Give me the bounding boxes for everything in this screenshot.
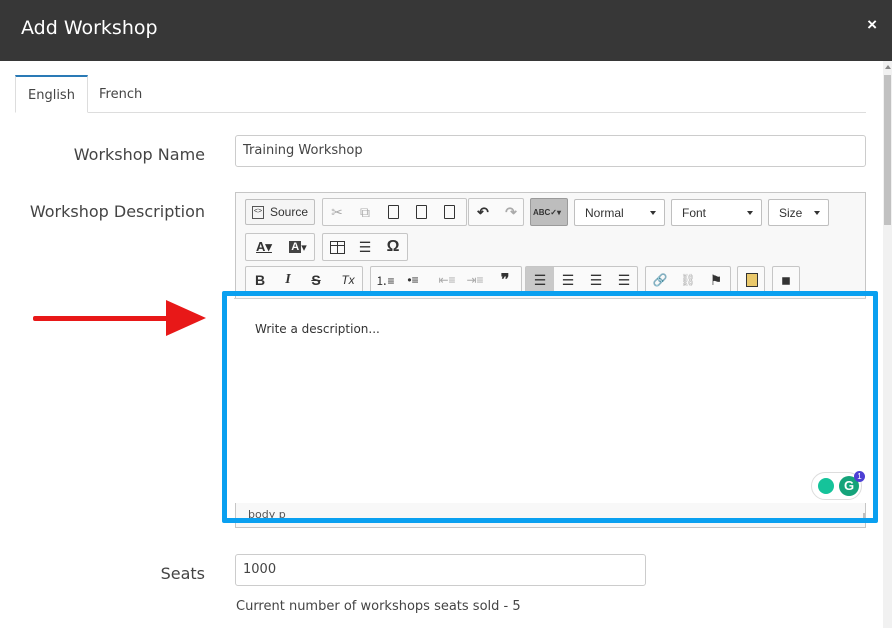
red-arrow-head-icon [166,300,206,336]
redo-icon[interactable]: ↷ [497,199,525,225]
tag-group: ◆ [772,266,800,294]
chevron-down-icon [747,211,753,215]
align-right-icon[interactable]: ☰ [582,267,610,293]
text-color-icon[interactable]: A▾ [248,234,280,260]
source-icon: <> [251,205,264,219]
remove-format-icon[interactable]: Tx [334,267,362,293]
alignment-group: ☰ ☰ ☰ ☰ [525,266,638,294]
chevron-down-icon [650,211,656,215]
scroll-up-icon[interactable] [885,65,891,69]
color-group: A▾ A ▾ [245,233,315,261]
language-tabs: English French [15,75,866,113]
unlink-icon[interactable]: ⛓ [674,267,702,293]
source-button-label: Source [269,205,309,219]
link-icon[interactable]: 🔗 [646,267,674,293]
blockquote-icon[interactable]: ❞ [491,267,519,293]
indent-icon[interactable]: ⇥≡ [461,267,489,293]
scrollbar[interactable] [883,61,892,628]
basic-styles-group: B I S Tx [245,266,363,294]
clipboard-group: ✂ ⧉ [322,198,467,226]
copy-icon[interactable]: ⧉ [351,199,379,225]
templates-group [737,266,765,294]
red-arrow-shaft [33,316,173,321]
size-select[interactable]: Size [768,199,829,226]
strikethrough-icon[interactable]: S [302,267,330,293]
insert-group: ☰ Ω [322,233,408,261]
seats-sold-text: Current number of workshops seats sold - [236,599,509,614]
font-select-value: Font [682,206,707,220]
paste-word-icon[interactable] [435,199,463,225]
tab-french[interactable]: French [87,75,154,111]
numbered-list-icon[interactable]: ⒈≡ [371,267,399,293]
italic-icon[interactable]: I [274,267,302,293]
paste-text-icon[interactable] [407,199,435,225]
list-group: ⒈≡ •≡ ⇤≡ ⇥≡ ❞ [370,266,522,294]
undo-icon[interactable]: ↶ [469,199,497,225]
spellcheck-button[interactable]: ABC✓▾ [530,198,568,226]
anchor-flag-icon[interactable]: ⚑ [702,267,730,293]
justify-icon[interactable]: ☰ [610,267,638,293]
scrollbar-thumb[interactable] [884,75,891,225]
align-center-icon[interactable]: ☰ [554,267,582,293]
outdent-icon[interactable]: ⇤≡ [433,267,461,293]
source-button[interactable]: <> Source [245,199,315,225]
workshop-name-label: Workshop Name [73,145,205,164]
highlight-box [222,291,878,523]
undo-group: ↶ ↷ [468,198,524,226]
bold-icon[interactable]: B [246,267,274,293]
close-icon[interactable]: × [867,15,877,35]
background-color-icon[interactable]: A ▾ [282,234,314,260]
tab-english[interactable]: English [15,75,88,113]
workshop-description-label: Workshop Description [29,202,205,221]
cut-icon[interactable]: ✂ [323,199,351,225]
font-select[interactable]: Font [671,199,762,226]
horizontal-line-icon[interactable]: ☰ [351,234,379,260]
bulleted-list-icon[interactable]: •≡ [399,267,427,293]
seats-sold-helper: Current number of workshops seats sold -… [236,599,521,614]
special-character-icon[interactable]: Ω [379,234,407,260]
format-select-value: Normal [585,206,624,220]
templates-icon[interactable] [738,267,766,293]
dialog-title: Add Workshop [21,17,158,39]
align-left-icon[interactable]: ☰ [526,267,554,293]
seats-input[interactable]: 1000 [235,554,646,586]
dialog-titlebar: Add Workshop × [0,0,892,61]
table-icon[interactable] [323,234,351,260]
seats-label: Seats [160,564,205,583]
link-group: 🔗 ⛓ ⚑ [645,266,731,294]
size-select-value: Size [779,206,803,220]
paste-icon[interactable] [379,199,407,225]
spellcheck-icon[interactable]: ABC✓▾ [533,199,561,225]
format-select[interactable]: Normal [574,199,665,226]
workshop-name-input[interactable]: Training Workshop [235,135,866,167]
chevron-down-icon [814,211,820,215]
seats-sold-value: 5 [512,599,521,614]
